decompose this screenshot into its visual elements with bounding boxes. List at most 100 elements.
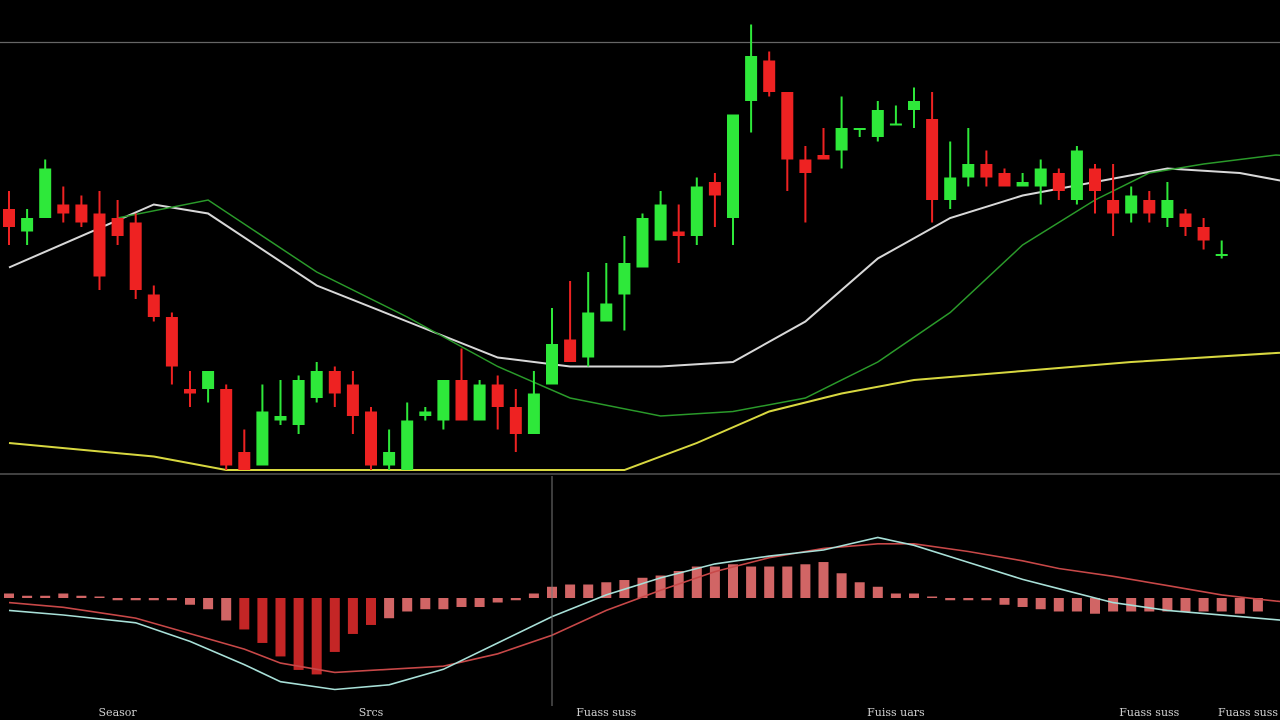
- macd-histogram-bar: [185, 598, 195, 605]
- candle-body: [491, 384, 504, 407]
- candle: [129, 213, 142, 299]
- macd-histogram-bar: [1216, 598, 1227, 612]
- candle-body: [220, 389, 233, 466]
- macd-histogram-bar: [130, 598, 141, 601]
- candle-body: [184, 389, 196, 394]
- candle-body: [310, 371, 323, 398]
- candle-body: [727, 114, 739, 218]
- candle-body: [1052, 173, 1065, 191]
- macd-histogram-bar: [239, 598, 250, 630]
- macd-histogram-bar: [510, 598, 521, 601]
- macd-histogram-bar: [528, 593, 539, 598]
- candle-body: [455, 380, 468, 421]
- candle-body: [437, 380, 450, 421]
- macd-histogram-bar: [818, 562, 829, 598]
- candle-body: [1215, 254, 1228, 256]
- macd-histogram-bar: [565, 584, 576, 598]
- candle-body: [383, 452, 396, 466]
- candle-body: [75, 204, 88, 223]
- candle-body: [871, 110, 884, 137]
- candle-body: [817, 155, 830, 160]
- candle: [1070, 146, 1083, 205]
- candle-body: [745, 56, 758, 101]
- candle-body: [256, 411, 269, 466]
- candle-body: [636, 218, 649, 268]
- macd-histogram-bar: [1017, 598, 1028, 607]
- x-tick-label: Fuass suss: [576, 706, 637, 719]
- candle-body: [600, 303, 613, 322]
- macd-histogram-bar: [1198, 598, 1209, 612]
- candle-body: [202, 371, 215, 389]
- candle-body: [365, 411, 377, 466]
- candle-body: [3, 209, 15, 227]
- candle-body: [473, 384, 486, 421]
- macd-histogram-bar: [583, 584, 594, 598]
- stock-chart[interactable]: [0, 0, 1280, 720]
- macd-histogram-bar: [1035, 598, 1046, 610]
- candle-body: [853, 128, 866, 130]
- macd-histogram-bar: [1053, 598, 1064, 612]
- macd-histogram-bar: [927, 596, 938, 598]
- candle-body: [238, 452, 251, 470]
- x-tick-label: Srcs: [358, 706, 384, 719]
- candle-body: [401, 420, 414, 470]
- macd-histogram-bar: [112, 598, 123, 601]
- candle-body: [129, 222, 142, 290]
- macd-histogram-bar: [203, 598, 214, 610]
- candle-body: [39, 168, 52, 218]
- candle-body: [564, 339, 577, 362]
- candle-body: [509, 407, 522, 434]
- candle-body: [1179, 213, 1192, 227]
- macd-histogram-bar: [909, 593, 919, 598]
- x-tick-label: Fuiss uars: [867, 706, 925, 719]
- macd-histogram-bar: [366, 598, 376, 625]
- candle: [220, 384, 233, 470]
- macd-histogram-bar: [275, 598, 286, 657]
- candle-body: [763, 60, 776, 92]
- candle-body: [527, 393, 540, 434]
- macd-histogram-bar: [945, 598, 956, 601]
- candle-body: [708, 182, 721, 196]
- macd-histogram-bar: [1108, 598, 1119, 612]
- candle-body: [1125, 195, 1138, 214]
- macd-histogram-bar: [1071, 598, 1082, 612]
- candle-body: [328, 371, 341, 394]
- macd-histogram-bar: [1180, 598, 1191, 612]
- candle-body: [57, 204, 70, 214]
- macd-histogram-bar: [257, 598, 268, 643]
- candle-body: [419, 411, 432, 416]
- macd-histogram-bar: [1090, 598, 1100, 614]
- candle-body: [781, 92, 794, 160]
- macd-histogram-bar: [746, 566, 757, 598]
- macd-histogram-bar: [329, 598, 340, 652]
- macd-histogram-bar: [890, 593, 901, 598]
- macd-histogram-bar: [872, 586, 883, 598]
- x-tick-label: Seasor: [98, 706, 137, 719]
- candle-body: [546, 344, 558, 385]
- candle-body: [1016, 182, 1029, 187]
- candle-body: [799, 159, 812, 173]
- macd-histogram-bar: [691, 566, 702, 598]
- macd-histogram-bar: [384, 598, 395, 619]
- macd-histogram-bar: [1234, 598, 1245, 614]
- macd-histogram-bar: [492, 598, 503, 603]
- candle-body: [690, 186, 703, 236]
- candle-body: [93, 213, 106, 277]
- candle-body: [618, 263, 631, 295]
- macd-histogram-bar: [166, 598, 177, 601]
- candle-body: [1161, 200, 1174, 218]
- macd-histogram-bar: [402, 598, 413, 612]
- candle-body: [111, 218, 124, 236]
- macd-histogram-bar: [76, 595, 87, 598]
- candle-body: [908, 101, 920, 110]
- macd-histogram-bar: [94, 596, 105, 598]
- macd-histogram-bar: [420, 598, 431, 610]
- macd-histogram-bar: [221, 598, 232, 621]
- candle-body: [672, 231, 685, 236]
- macd-histogram-bar: [148, 598, 159, 601]
- candle-body: [944, 177, 957, 200]
- candle-body: [1107, 200, 1120, 214]
- candle-body: [1143, 200, 1156, 214]
- candle-body: [165, 317, 178, 367]
- macd-histogram-bar: [474, 598, 485, 607]
